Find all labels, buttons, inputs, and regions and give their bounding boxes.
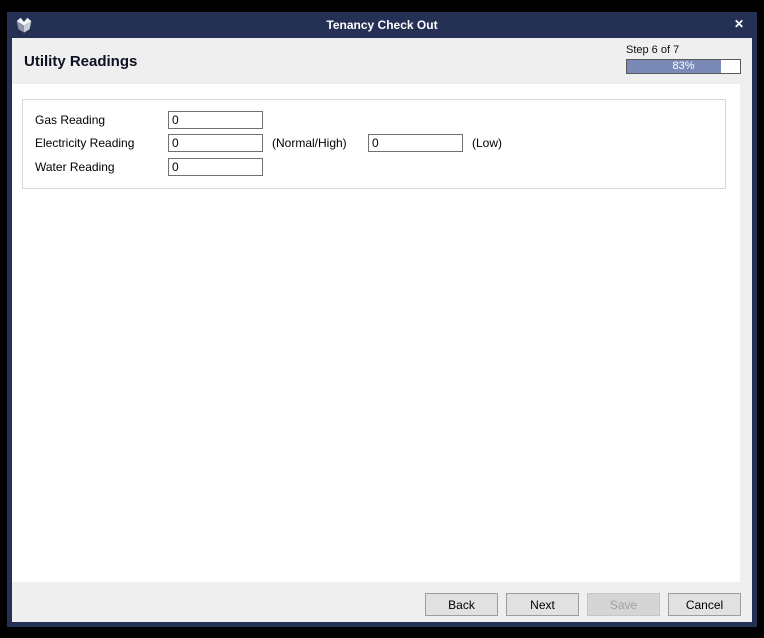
water-reading-input[interactable] — [168, 158, 263, 176]
low-suffix-label: (Low) — [472, 134, 502, 152]
title-bar: Tenancy Check Out ✕ — [7, 12, 757, 38]
window-title: Tenancy Check Out — [7, 12, 757, 38]
save-button[interactable]: Save — [587, 593, 660, 616]
gas-reading-input[interactable] — [168, 111, 263, 129]
close-icon[interactable]: ✕ — [734, 12, 744, 38]
page-title: Utility Readings — [24, 53, 137, 70]
water-reading-label: Water Reading — [35, 158, 115, 176]
dialog-client-area: Utility Readings Step 6 of 7 83% Gas Rea… — [12, 38, 752, 622]
progress-bar: 83% — [626, 59, 741, 74]
wizard-header: Utility Readings Step 6 of 7 83% — [12, 38, 752, 84]
progress-percent-label: 83% — [627, 60, 740, 73]
cancel-button[interactable]: Cancel — [668, 593, 741, 616]
content-area: Gas Reading Electricity Reading (Normal/… — [12, 84, 740, 582]
wizard-step-area: Step 6 of 7 83% — [626, 44, 741, 74]
next-button[interactable]: Next — [506, 593, 579, 616]
step-label: Step 6 of 7 — [626, 44, 741, 56]
electricity-low-input[interactable] — [368, 134, 463, 152]
wizard-footer: Back Next Save Cancel — [12, 582, 752, 622]
back-button[interactable]: Back — [425, 593, 498, 616]
electricity-reading-label: Electricity Reading — [35, 134, 134, 152]
dialog-window: Tenancy Check Out ✕ Utility Readings Ste… — [7, 12, 757, 627]
normal-high-suffix-label: (Normal/High) — [272, 134, 347, 152]
gas-reading-label: Gas Reading — [35, 111, 105, 129]
electricity-normal-high-input[interactable] — [168, 134, 263, 152]
utility-readings-panel: Gas Reading Electricity Reading (Normal/… — [22, 99, 726, 189]
